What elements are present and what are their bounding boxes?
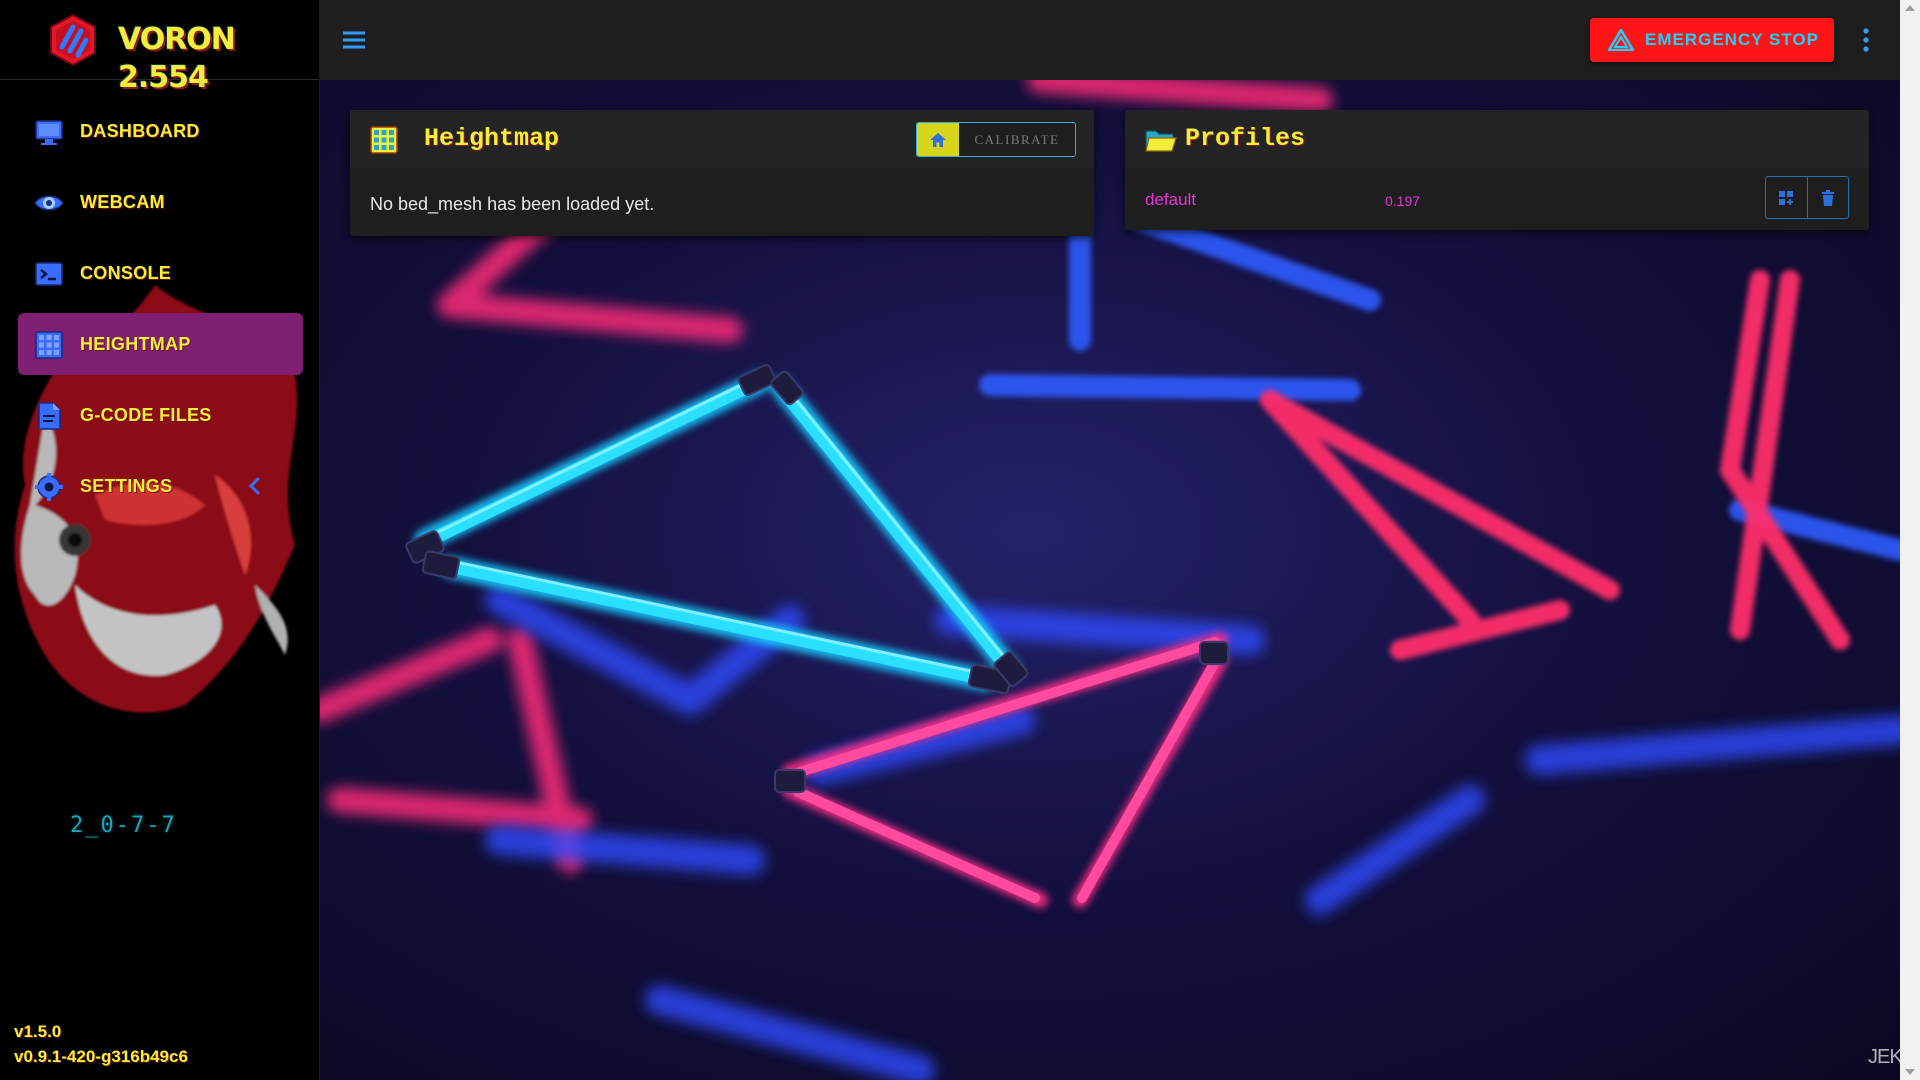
profiles-title: Profiles [1185, 124, 1306, 153]
top-app-bar: EMERGENCY STOP [320, 0, 1900, 80]
file-gcode-icon [38, 402, 61, 430]
nav-label-heightmap: HEIGHTMAP [80, 334, 191, 354]
delete-profile-button[interactable] [1806, 177, 1849, 218]
load-profile-button[interactable] [1766, 177, 1807, 218]
heightmap-panel-header: Heightmap CALIBRATE [350, 110, 1094, 168]
grid-heightmap-icon [35, 331, 63, 359]
page-scrollbar[interactable] [1900, 0, 1920, 1080]
voron-logo-icon[interactable] [46, 13, 100, 67]
folder-open-icon [1145, 130, 1177, 152]
artwork-watermark: JEK [1868, 1046, 1903, 1068]
sidebar: VORON 2.554 DASHBOARD WEBCAM CONSOLE HEI… [0, 0, 320, 1080]
chevron-left-icon[interactable] [247, 475, 263, 497]
more-options-icon[interactable] [1854, 26, 1878, 54]
no-mesh-message: No bed_mesh has been loaded yet. [370, 194, 655, 214]
nav-label-webcam: WEBCAM [80, 192, 165, 212]
nav-label-dashboard: DASHBOARD [80, 121, 200, 141]
hamburger-menu-icon[interactable] [340, 26, 368, 54]
printer-name-title: VORON 2.554 [116, 21, 319, 95]
nav-item-console[interactable]: CONSOLE [18, 242, 303, 304]
home-button[interactable] [917, 123, 959, 156]
eye-webcam-icon [34, 195, 64, 211]
heightmap-panel: Heightmap CALIBRATE No bed_mesh has been… [350, 110, 1094, 236]
calibrate-button[interactable]: CALIBRATE [959, 123, 1075, 156]
nav-label-settings: SETTINGS [80, 476, 173, 496]
emergency-stop-label: EMERGENCY STOP [1645, 30, 1819, 49]
profile-variance-value: 0.197 [1385, 193, 1421, 209]
warning-triangle-icon [1608, 29, 1634, 51]
emergency-stop-button[interactable]: EMERGENCY STOP [1590, 18, 1834, 62]
scroll-down-arrow-icon[interactable] [1905, 1069, 1915, 1075]
home-icon [930, 132, 946, 147]
nav-item-settings[interactable]: SETTINGS [18, 455, 303, 517]
calibrate-button-group: CALIBRATE [916, 122, 1076, 157]
grid-heightmap-icon [370, 126, 398, 154]
main-navigation: DASHBOARD WEBCAM CONSOLE HEIGHTMAP G-COD… [18, 100, 303, 526]
nav-item-webcam[interactable]: WEBCAM [18, 171, 303, 233]
client-version: v1.5.0 [14, 1022, 62, 1041]
console-icon [35, 262, 63, 286]
settings-gear-icon [35, 473, 63, 501]
heightmap-title: Heightmap [424, 124, 560, 153]
trash-icon [1821, 189, 1834, 206]
grid-plus-icon [1779, 190, 1794, 205]
profiles-panel-header: Profiles [1125, 110, 1869, 168]
nav-label-gcode-files: G-CODE FILES [80, 405, 212, 425]
server-version: v0.9.1-420-g316b49c6 [14, 1047, 188, 1066]
profile-actions [1765, 176, 1849, 219]
nav-item-gcode-files[interactable]: G-CODE FILES [18, 384, 303, 446]
scroll-up-arrow-icon[interactable] [1905, 5, 1915, 11]
nav-item-heightmap[interactable]: HEIGHTMAP [18, 313, 303, 375]
profiles-panel: Profiles default 0.197 [1125, 110, 1869, 230]
brand-header: VORON 2.554 [0, 0, 319, 95]
monitor-dashboard-icon [35, 120, 63, 145]
nav-label-console: CONSOLE [80, 263, 172, 283]
sidebar-2077-motto: 2_0-7-7 [70, 813, 177, 838]
nav-item-dashboard[interactable]: DASHBOARD [18, 100, 303, 162]
profile-name-default[interactable]: default [1145, 190, 1196, 210]
